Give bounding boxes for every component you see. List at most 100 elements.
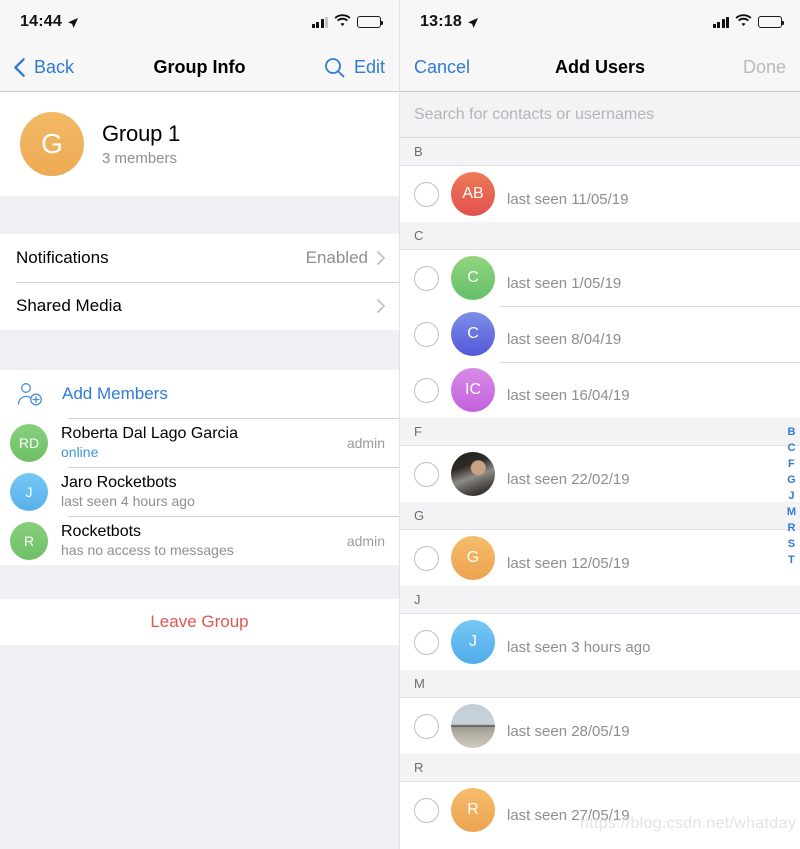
index-letter[interactable]: G [787, 473, 796, 487]
member-status: last seen 4 hours ago [61, 493, 195, 509]
group-name: Group 1 [102, 121, 180, 147]
section-gap [0, 565, 399, 599]
contact-row[interactable]: G last seen 12/05/19 [400, 530, 800, 586]
group-title-block: Group 1 3 members [102, 121, 180, 167]
avatar: C [451, 256, 495, 300]
contact-row[interactable]: IC last seen 16/04/19 [400, 362, 800, 418]
avatar: C [451, 312, 495, 356]
section-header: J [400, 586, 800, 614]
done-button[interactable]: Done [743, 57, 786, 78]
contact-text: last seen 16/04/19 [507, 377, 630, 404]
index-letter[interactable]: B [787, 425, 795, 439]
contact-checkbox[interactable] [414, 714, 439, 739]
member-row[interactable]: R Rocketbots has no access to messages a… [0, 516, 399, 565]
status-bar-right-cluster [713, 13, 783, 31]
group-avatar: G [20, 112, 84, 176]
section-header: C [400, 222, 800, 250]
nav-left-cluster: Cancel [414, 57, 470, 78]
status-bar-left-cluster: 14:44 [20, 13, 79, 31]
member-row[interactable]: J Jaro Rocketbots last seen 4 hours ago [0, 467, 399, 516]
section-header: G [400, 502, 800, 530]
avatar: AB [451, 172, 495, 216]
index-letter[interactable]: C [787, 441, 795, 455]
avatar: R [10, 522, 48, 560]
member-row[interactable]: RD Roberta Dal Lago Garcia online admin [0, 418, 399, 467]
section-gap [0, 196, 399, 234]
index-letter[interactable]: F [788, 457, 795, 471]
admin-badge: admin [339, 435, 385, 451]
contact-last-seen: last seen 16/04/19 [507, 387, 630, 404]
search-icon[interactable] [324, 57, 345, 78]
avatar: J [451, 620, 495, 664]
member-name: Roberta Dal Lago Garcia [61, 425, 238, 443]
status-bar-right: 13:18 [400, 0, 800, 44]
members-list: Add Members RD Roberta Dal Lago Garcia o… [0, 370, 399, 565]
search-input[interactable]: Search for contacts or usernames [400, 92, 800, 138]
battery-icon [357, 16, 381, 28]
settings-list: Notifications Enabled Shared Media [0, 234, 399, 330]
contact-text: last seen 27/05/19 [507, 797, 630, 824]
edit-button[interactable]: Edit [354, 57, 385, 78]
contact-checkbox[interactable] [414, 462, 439, 487]
index-letter[interactable]: M [787, 505, 796, 519]
contact-text: last seen 28/05/19 [507, 713, 630, 740]
index-letter[interactable]: T [788, 553, 795, 567]
contact-last-seen: last seen 12/05/19 [507, 555, 630, 572]
search-placeholder: Search for contacts or usernames [414, 106, 654, 124]
nav-bar-group-info: Back Group Info Edit [0, 44, 399, 92]
section-header: F [400, 418, 800, 446]
cancel-button[interactable]: Cancel [414, 57, 470, 78]
contact-text: last seen 11/05/19 [507, 181, 628, 208]
contact-last-seen: last seen 3 hours ago [507, 639, 650, 656]
member-status: has no access to messages [61, 542, 234, 558]
alphabet-index[interactable]: B C F G J M R S T [787, 425, 796, 567]
contact-last-seen: last seen 27/05/19 [507, 807, 630, 824]
contact-checkbox[interactable] [414, 378, 439, 403]
contact-last-seen: last seen 1/05/19 [507, 275, 621, 292]
dual-screenshot: 14:44 [0, 0, 800, 849]
contact-row[interactable]: AB last seen 11/05/19 [400, 166, 800, 222]
index-letter[interactable]: S [788, 537, 795, 551]
row-shared-media[interactable]: Shared Media [0, 282, 399, 330]
contact-row[interactable]: last seen 28/05/19 [400, 698, 800, 754]
contact-checkbox[interactable] [414, 322, 439, 347]
contact-text: last seen 12/05/19 [507, 545, 630, 572]
row-label: Notifications [16, 248, 109, 268]
leave-group-button[interactable]: Leave Group [0, 599, 399, 645]
cellular-signal-icon [713, 17, 730, 28]
contact-text: last seen 1/05/19 [507, 265, 621, 292]
status-time: 14:44 [20, 13, 62, 31]
contact-checkbox[interactable] [414, 798, 439, 823]
contact-last-seen: last seen 22/02/19 [507, 471, 630, 488]
contact-checkbox[interactable] [414, 182, 439, 207]
screen-group-info: 14:44 [0, 0, 400, 849]
contact-checkbox[interactable] [414, 630, 439, 655]
location-arrow-icon [467, 16, 479, 28]
cellular-signal-icon [312, 17, 329, 28]
contact-row[interactable]: C last seen 1/05/19 [400, 250, 800, 306]
avatar: R [451, 788, 495, 832]
contact-row[interactable]: R last seen 27/05/19 [400, 782, 800, 838]
status-bar-left: 14:44 [0, 0, 399, 44]
contact-checkbox[interactable] [414, 546, 439, 571]
member-name: Jaro Rocketbots [61, 474, 195, 492]
member-text: Roberta Dal Lago Garcia online [61, 425, 238, 460]
nav-back-button[interactable]: Back [14, 57, 74, 78]
index-letter[interactable]: J [788, 489, 794, 503]
contact-row[interactable]: J last seen 3 hours ago [400, 614, 800, 670]
battery-icon [758, 16, 782, 28]
contact-text: last seen 3 hours ago [507, 629, 650, 656]
section-header: B [400, 138, 800, 166]
row-value: Enabled [306, 248, 368, 268]
avatar: G [451, 536, 495, 580]
contact-row[interactable]: last seen 22/02/19 [400, 446, 800, 502]
contact-row[interactable]: C last seen 8/04/19 [400, 306, 800, 362]
chevron-left-icon [14, 58, 25, 77]
add-user-icon [16, 381, 44, 407]
add-members-button[interactable]: Add Members [0, 370, 399, 418]
status-bar-right-cluster [312, 13, 382, 31]
row-notifications[interactable]: Notifications Enabled [0, 234, 399, 282]
index-letter[interactable]: R [787, 521, 795, 535]
admin-badge: admin [339, 533, 385, 549]
contact-checkbox[interactable] [414, 266, 439, 291]
